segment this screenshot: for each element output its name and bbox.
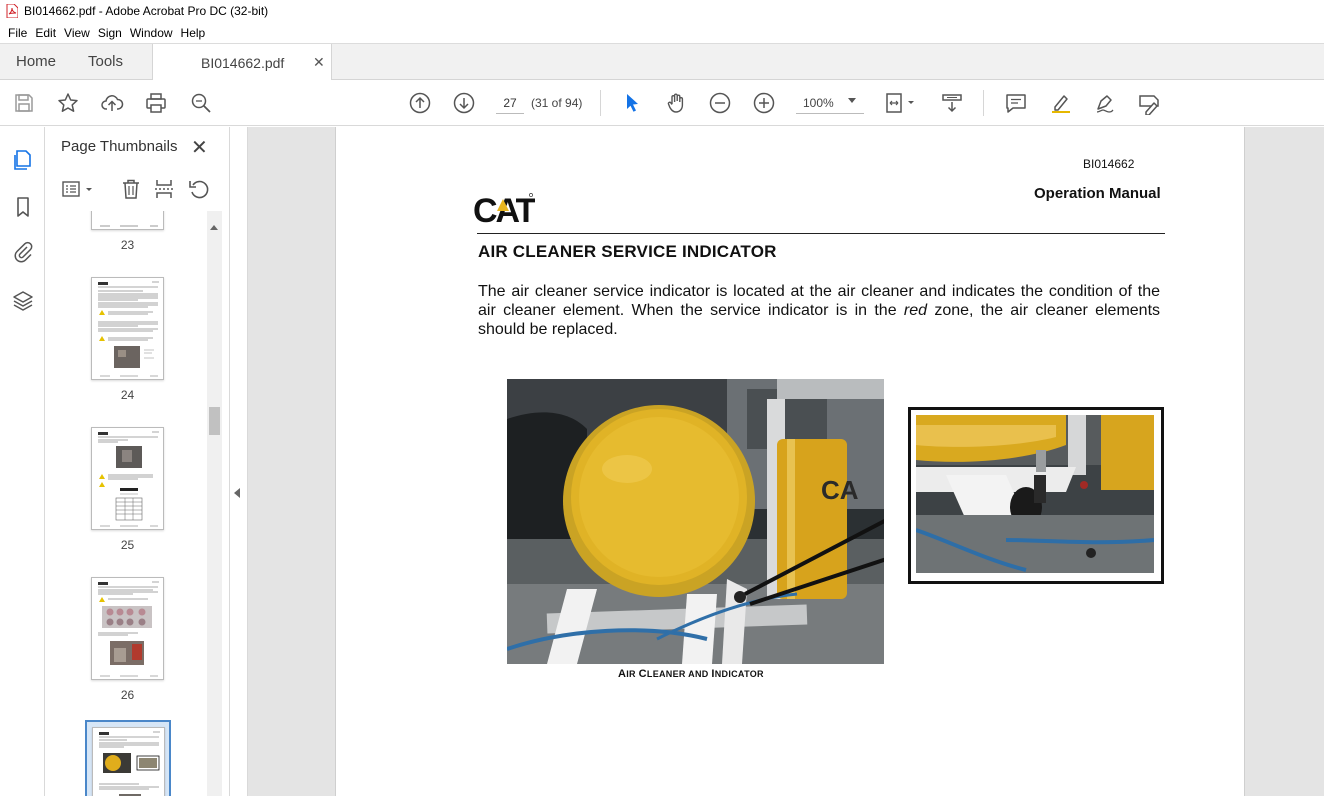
scrollbar-thumb[interactable] (209, 407, 220, 435)
window-title: BI014662.pdf - Adobe Acrobat Pro DC (32-… (24, 4, 269, 18)
thumbnail-scrollbar[interactable] (207, 211, 222, 796)
page-fit-icon[interactable] (884, 91, 918, 115)
panel-close-icon[interactable]: ✕ (191, 135, 208, 160)
navigation-rail (0, 127, 45, 796)
collapse-panel-arrow-icon[interactable] (234, 488, 240, 498)
header-rule (477, 233, 1165, 234)
caption-text: A (618, 668, 627, 680)
bookmarks-icon[interactable] (11, 195, 35, 219)
tab-bar: Home Tools BI014662.pdf ✕ (0, 43, 1324, 81)
tab-document[interactable]: BI014662.pdf ✕ (152, 44, 332, 81)
upload-cloud-icon[interactable] (100, 91, 124, 115)
select-pointer-icon[interactable] (620, 91, 644, 115)
svg-text:CA: CA (821, 475, 859, 505)
document-number: BI014662 (1083, 157, 1135, 171)
previous-page-icon[interactable] (408, 91, 432, 115)
comment-icon[interactable] (1004, 91, 1028, 115)
thumbnail-label: 23 (120, 238, 135, 252)
menu-help[interactable]: Help (177, 26, 210, 40)
caption-text: C (638, 668, 647, 680)
zoom-level-dropdown[interactable]: 100% (796, 92, 864, 114)
thumbnail-label: 26 (120, 688, 135, 702)
thumbnail-page-24[interactable] (91, 277, 164, 380)
menu-edit[interactable]: Edit (31, 26, 60, 40)
thumbnail-options-icon[interactable] (61, 177, 95, 201)
toolbar-divider (600, 90, 601, 116)
menu-sign[interactable]: Sign (94, 26, 126, 40)
thumbnail-page-25[interactable] (91, 427, 164, 530)
caption-text: LEANER AND (646, 669, 712, 679)
sign-pen-icon[interactable] (1093, 91, 1117, 115)
section-title: AIR CLEANER SERVICE INDICATOR (478, 242, 777, 261)
zoom-search-icon[interactable] (189, 91, 213, 115)
tab-tools[interactable]: Tools (88, 53, 123, 70)
menu-window[interactable]: Window (126, 26, 177, 40)
toolbar: (31 of 94) 100% (0, 80, 1324, 126)
tab-home[interactable]: Home (16, 53, 56, 70)
page-thumbnails-icon[interactable] (11, 148, 35, 172)
fill-sign-icon[interactable] (1137, 91, 1161, 115)
page-thumbnails-panel: Page Thumbnails ✕ 23 24 25 26 (45, 127, 230, 796)
indicator-closeup-image (916, 415, 1154, 573)
body-emphasis: red (903, 302, 928, 319)
delete-page-icon[interactable] (119, 177, 143, 201)
scroll-mode-icon[interactable] (940, 91, 964, 115)
pdf-page: BI014662 Operation Manual CAT AIR CLEANE… (335, 127, 1245, 796)
page-number-input[interactable] (496, 92, 524, 114)
panel-toolbar (45, 171, 215, 209)
thumbnail-page-27[interactable] (92, 727, 165, 796)
rotate-page-icon[interactable] (187, 177, 211, 201)
highlight-pen-icon[interactable] (1049, 91, 1073, 115)
scroll-up-arrow-icon[interactable] (210, 225, 218, 230)
save-icon[interactable] (12, 91, 36, 115)
zoom-in-icon[interactable] (752, 91, 776, 115)
air-cleaner-photo: CA (507, 379, 884, 664)
document-view: BI014662 Operation Manual CAT AIR CLEANE… (230, 127, 1324, 796)
insert-page-icon[interactable] (152, 177, 176, 201)
indicator-closeup-photo (908, 407, 1164, 584)
thumbnail-page-23[interactable] (91, 211, 164, 230)
panel-collapse-strip[interactable] (230, 127, 248, 796)
thumbnail-label: 25 (120, 538, 135, 552)
bookmark-star-icon[interactable] (56, 91, 80, 115)
toolbar-divider (983, 90, 984, 116)
figure-caption: AIR CLEANER AND INDICATOR (618, 668, 764, 680)
menu-file[interactable]: File (4, 26, 31, 40)
page-count: (31 of 94) (531, 96, 583, 110)
body-paragraph: The air cleaner service indicator is loc… (478, 282, 1160, 339)
hand-tool-icon[interactable] (664, 91, 688, 115)
acrobat-pdf-icon (6, 4, 18, 18)
attachments-paperclip-icon[interactable] (11, 240, 35, 264)
menu-view[interactable]: View (60, 26, 94, 40)
tab-close-icon[interactable]: ✕ (313, 54, 325, 71)
menu-bar: File Edit View Sign Window Help (0, 22, 1324, 43)
cat-logo: CAT (473, 192, 535, 225)
next-page-icon[interactable] (452, 91, 476, 115)
thumbnail-page-26[interactable] (91, 577, 164, 680)
tab-document-label: BI014662.pdf (201, 55, 285, 71)
thumbnail-list: 23 24 25 26 (45, 211, 207, 796)
caption-text: NDICATOR (714, 669, 764, 679)
zoom-level-value: 100% (803, 96, 834, 110)
title-bar: BI014662.pdf - Adobe Acrobat Pro DC (32-… (0, 0, 1324, 22)
caption-text: IR (626, 669, 639, 679)
manual-title: Operation Manual (1034, 185, 1161, 202)
thumbnail-label: 24 (120, 388, 135, 402)
layers-icon[interactable] (11, 289, 35, 313)
print-icon[interactable] (144, 91, 168, 115)
chevron-down-icon (848, 98, 856, 103)
zoom-out-icon[interactable] (708, 91, 732, 115)
panel-title: Page Thumbnails (61, 138, 178, 155)
